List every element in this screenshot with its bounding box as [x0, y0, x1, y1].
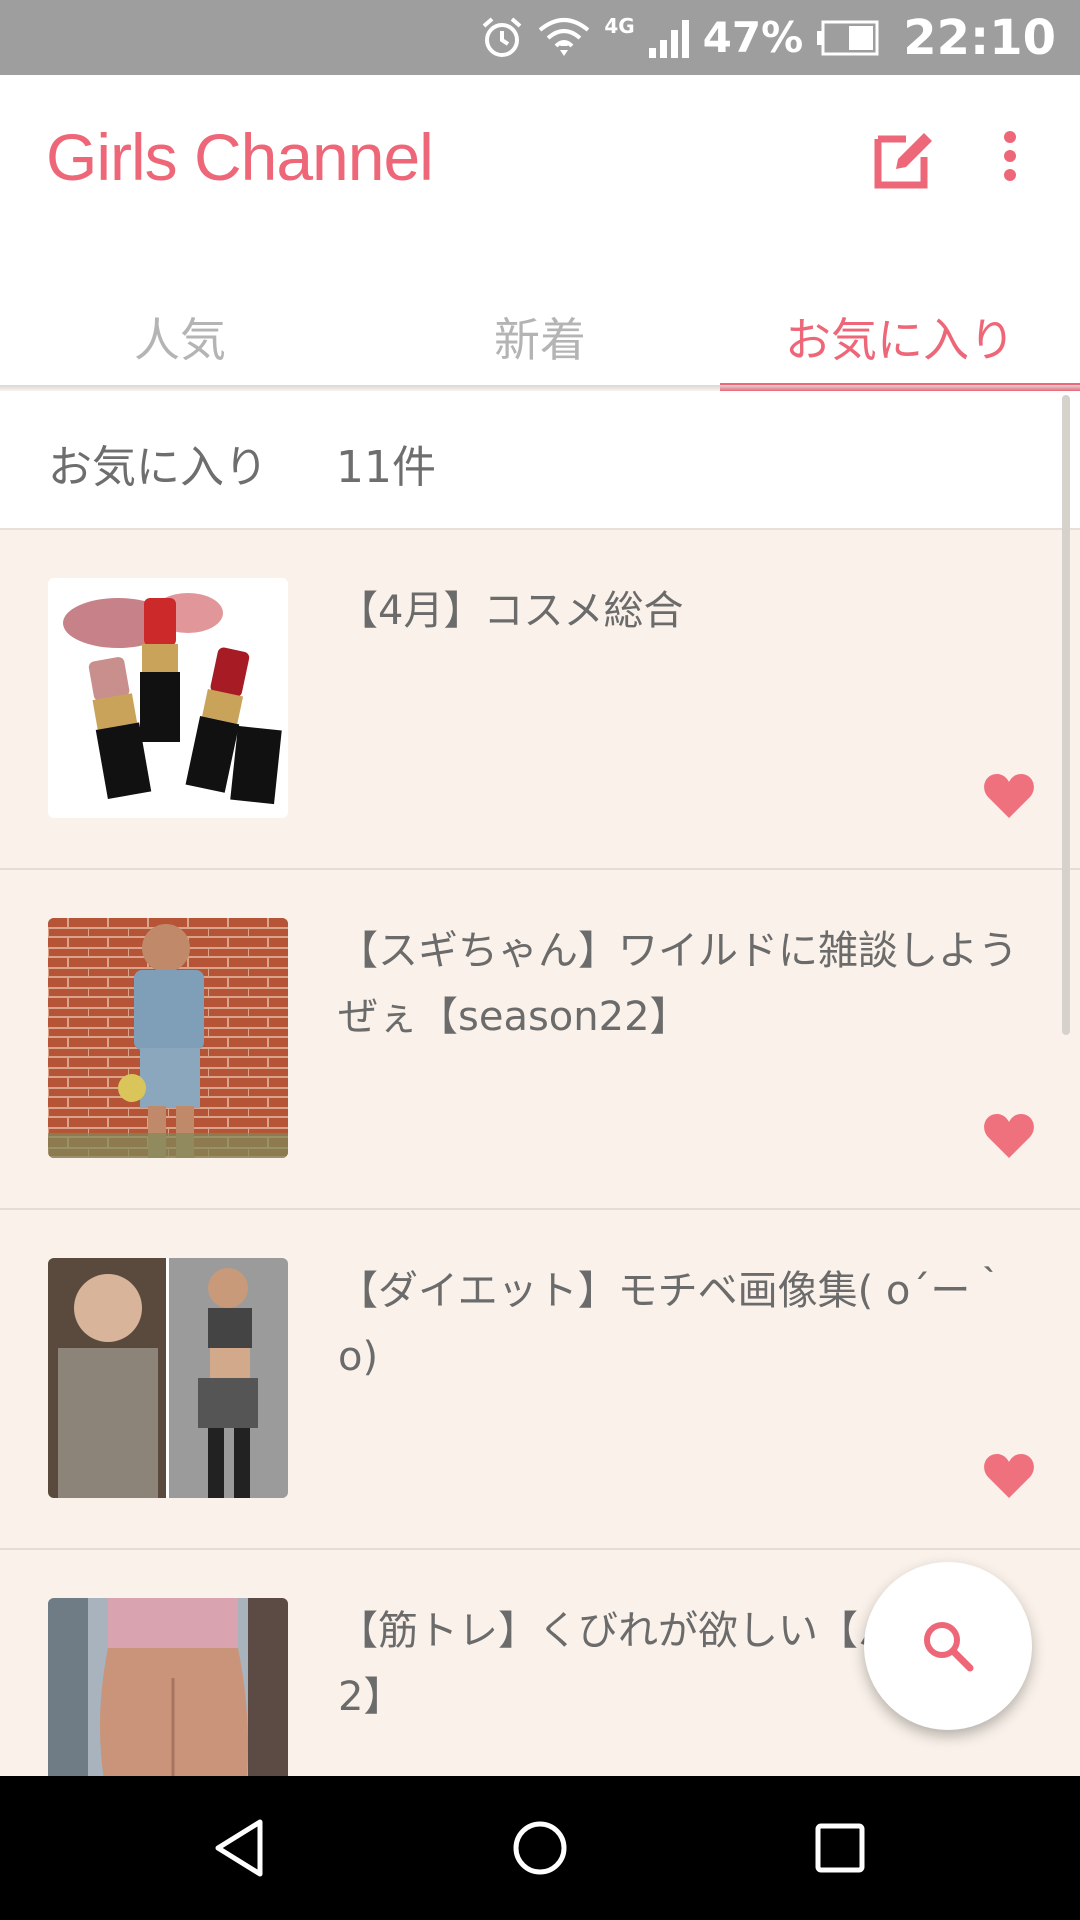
item-title: 【4月】コスメ総合 — [338, 588, 684, 634]
signal-icon — [648, 19, 689, 58]
status-icons: 4G 47% 22:10 — [480, 0, 1056, 75]
network-type: 4G — [604, 14, 635, 38]
item-title: 【スギちゃん】ワイルドに雑談しようぜぇ【season22】 — [338, 928, 1018, 1040]
favorites-header: お気に入り 11件 — [0, 391, 1080, 530]
tab-bar: 人気 新着 お気に入り — [0, 295, 1080, 393]
tab-favorites[interactable]: お気に入り — [720, 295, 1080, 393]
app-bar: Girls Channel 人気 新着 お気に入り — [0, 75, 1080, 393]
alarm-icon — [483, 16, 522, 57]
search-button[interactable] — [864, 1562, 1032, 1730]
more-icon[interactable] — [985, 123, 1035, 193]
scrollbar[interactable] — [1062, 395, 1070, 1035]
favorites-count: 11件 — [336, 442, 436, 493]
heart-icon[interactable] — [983, 1112, 1035, 1160]
battery-percent: 47% — [702, 13, 804, 62]
thumbnail-lipsticks — [48, 578, 288, 818]
status-bar: 4G 47% 22:10 — [0, 0, 1080, 75]
tab-new[interactable]: 新着 — [360, 295, 720, 385]
home-icon[interactable] — [504, 1812, 576, 1884]
item-title: 【ダイエット】モチベ画像集( o´ー｀o) — [338, 1268, 1011, 1380]
recents-icon[interactable] — [804, 1812, 876, 1884]
nav-bar — [0, 1776, 1080, 1920]
list-item[interactable]: 【スギちゃん】ワイルドに雑談しようぜぇ【season22】 — [0, 870, 1080, 1210]
list-item[interactable]: 【ダイエット】モチベ画像集( o´ー｀o) — [0, 1210, 1080, 1550]
battery-icon — [817, 20, 879, 55]
heart-icon[interactable] — [983, 772, 1035, 820]
clock: 22:10 — [903, 9, 1056, 66]
wifi-icon — [539, 17, 590, 56]
edit-icon[interactable] — [870, 123, 940, 193]
app-logo: Girls Channel — [46, 120, 434, 194]
thumbnail-diet-photos — [48, 1258, 288, 1498]
back-icon[interactable] — [204, 1812, 276, 1884]
heart-icon[interactable] — [983, 1452, 1035, 1500]
search-icon — [924, 1622, 974, 1672]
list-item[interactable]: 【4月】コスメ総合 — [0, 530, 1080, 870]
thumbnail-sugi-chan — [48, 918, 288, 1158]
favorites-label: お気に入り — [48, 442, 268, 493]
tab-popular[interactable]: 人気 — [0, 295, 360, 385]
